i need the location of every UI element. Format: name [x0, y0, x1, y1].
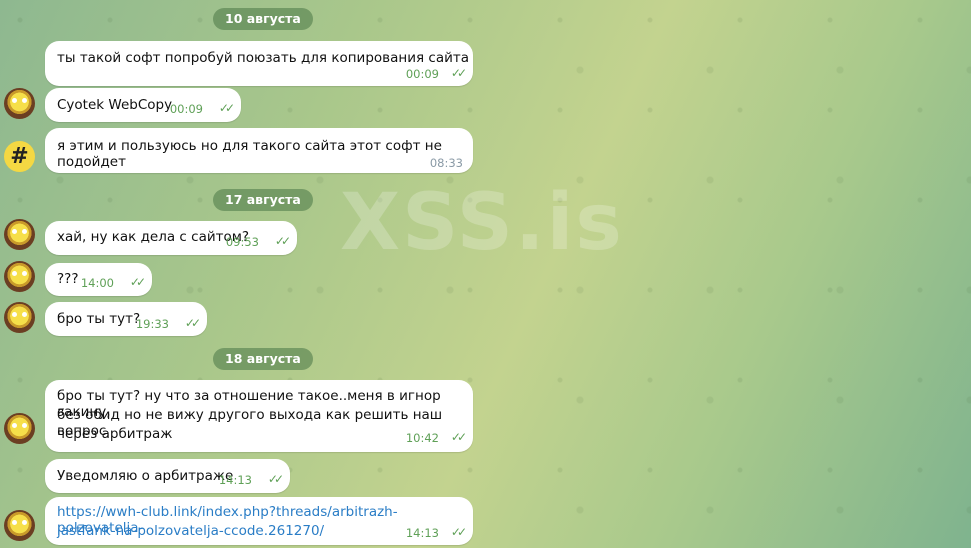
message-time: 00:09 — [169, 102, 203, 116]
user-avatar[interactable] — [4, 302, 35, 333]
message-link-line-2[interactable]: jastfank-na-polzovatelja-ccode.261270/ — [57, 523, 324, 539]
message-time: 09:53 — [225, 235, 259, 249]
message-text: ??? — [57, 271, 79, 287]
message-text: Уведомляю о арбитраже — [57, 468, 234, 484]
user-avatar[interactable] — [4, 88, 35, 119]
message-text: Cyotek WebCopy — [57, 97, 173, 113]
message-time: 14:13 — [405, 526, 439, 540]
message-bubble[interactable]: бро ты тут? ну что за отношение такое..м… — [45, 380, 473, 452]
message-bubble[interactable]: я этим и пользуюсь но для такого сайта э… — [45, 128, 473, 173]
message-time: 14:13 — [218, 473, 252, 487]
message-time: 00:09 — [405, 67, 439, 81]
message-time: 14:00 — [80, 276, 114, 290]
date-separator: 18 августа — [213, 348, 313, 370]
message-text: бро ты тут? — [57, 311, 141, 327]
read-ticks-icon: ✓✓ — [274, 234, 291, 248]
message-text-line-3: через арбитраж — [57, 426, 173, 442]
watermark: XSS.is — [340, 178, 624, 268]
user-avatar[interactable] — [4, 261, 35, 292]
message-bubble[interactable]: бро ты тут? 19:33 ✓✓ — [45, 302, 207, 336]
message-bubble[interactable]: ??? 14:00 ✓✓ — [45, 263, 152, 296]
read-ticks-icon: ✓✓ — [184, 316, 201, 330]
message-time: 10:42 — [405, 431, 439, 445]
message-bubble[interactable]: Cyotek WebCopy 00:09 ✓✓ — [45, 88, 241, 122]
message-bubble[interactable]: Уведомляю о арбитраже 14:13 ✓✓ — [45, 459, 290, 493]
date-separator: 10 августа — [213, 8, 313, 30]
message-text: ты такой софт попробуй поюзать для копир… — [57, 50, 470, 66]
message-text: хай, ну как дела с сайтом? — [57, 229, 250, 245]
read-ticks-icon: ✓✓ — [450, 430, 467, 444]
user-avatar[interactable] — [4, 413, 35, 444]
read-ticks-icon: ✓✓ — [450, 525, 467, 539]
read-ticks-icon: ✓✓ — [129, 275, 146, 289]
user-avatar[interactable] — [4, 510, 35, 541]
read-ticks-icon: ✓✓ — [267, 472, 284, 486]
message-time: 19:33 — [135, 317, 169, 331]
message-time: 08:33 — [429, 156, 463, 170]
read-ticks-icon: ✓✓ — [218, 101, 235, 115]
read-ticks-icon: ✓✓ — [450, 66, 467, 80]
message-bubble[interactable]: хай, ну как дела с сайтом? 09:53 ✓✓ — [45, 221, 297, 255]
message-bubble[interactable]: ты такой софт попробуй поюзать для копир… — [45, 41, 473, 86]
date-separator: 17 августа — [213, 189, 313, 211]
hashtag-avatar[interactable]: # — [4, 141, 35, 172]
message-text: я этим и пользуюсь но для такого сайта э… — [57, 138, 442, 170]
user-avatar[interactable] — [4, 219, 35, 250]
message-bubble[interactable]: https://wwh-club.link/index.php?threads/… — [45, 497, 473, 545]
